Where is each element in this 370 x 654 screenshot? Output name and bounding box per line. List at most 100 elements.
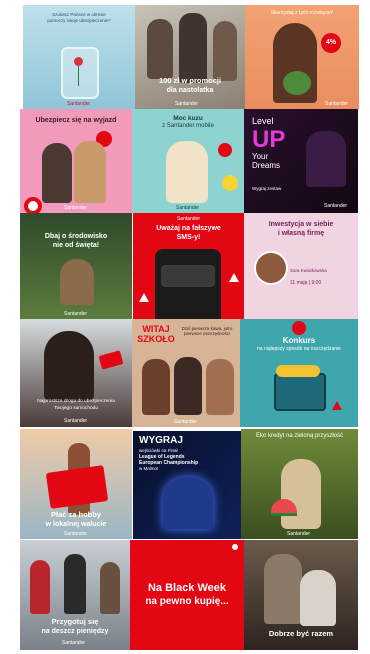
plant-pot	[283, 71, 311, 95]
tile-travel-insurance[interactable]: Ubezpiecz się na wyjazd Santander	[20, 109, 132, 213]
tile-headline: Konkurs	[282, 336, 316, 345]
tile-caption: pomoczy swoje ubezpieczenie?	[47, 18, 111, 23]
tile-back-to-school[interactable]: WITAJ SZKOŁO Dziś pierwsza kawa, jutro p…	[132, 319, 240, 427]
tile-together[interactable]: Dobrze być razem	[244, 540, 358, 650]
gamer-photo	[306, 131, 346, 187]
cursor-icon	[332, 401, 342, 410]
tile-headline: WYGRAJ	[139, 435, 183, 446]
tile-subheadline: w lokalnej walucie	[45, 521, 107, 528]
santander-logo: Santander	[64, 205, 88, 211]
santander-logo: Santander	[176, 205, 200, 211]
tile-savings-4pct[interactable]: Skorzystaj z tych rozwiązań! 4% Santande…	[245, 5, 359, 109]
red-card	[98, 350, 124, 370]
warning-icon	[229, 273, 239, 282]
tile-headline: Inwestycja w siebie	[268, 221, 334, 228]
tile-headline: Dreams	[252, 161, 281, 170]
tile-car-insurance[interactable]: Najprostsza droga do ubezpieczenia Twoje…	[20, 319, 132, 427]
life-ring-icon	[24, 197, 42, 213]
tile-environment[interactable]: Dbaj o środowisko nie od święta! Santand…	[20, 213, 132, 319]
tile-headline-big: UP	[252, 126, 286, 153]
gamer-photo	[163, 477, 213, 529]
wallet-icon	[218, 143, 232, 157]
tile-headline: Płać za hobby	[50, 510, 101, 519]
santander-logo: Santander	[64, 531, 88, 537]
tile-subheadline: SMS-y!	[176, 234, 201, 241]
speaker-name: Sara Kwiatkowska	[290, 268, 327, 273]
tile-webinar-invest[interactable]: Inwestycja w siebie i własną firmę Sara …	[244, 213, 358, 319]
tile-insurance-jar[interactable]: Szukasz Paneze w okresie pomoczy swoje u…	[23, 5, 135, 109]
tile-level-up[interactable]: Level UP Your Dreams Wygraj zestaw Santa…	[244, 109, 358, 213]
gold-coins	[276, 365, 320, 377]
tile-money-rain[interactable]: Przygotuj się na deszcz pieniędzy Santan…	[20, 540, 130, 650]
smiley-icon	[222, 175, 238, 191]
tile-subheadline: nie od święta!	[52, 242, 100, 249]
tile-subheadline: na najlepszy sposób na oszczędzanie	[257, 346, 341, 352]
rose-stem	[78, 66, 79, 86]
tile-lol-contest[interactable]: WYGRAJ wejściówki na Finał League of Leg…	[133, 431, 241, 539]
santander-logo: Santander	[64, 418, 88, 424]
senior-couple-photo	[300, 570, 336, 626]
rate-badge-text: 4%	[325, 39, 337, 46]
tile-headline: 100 zł w promocji	[158, 76, 222, 85]
jumping-people-photo	[30, 560, 50, 614]
santander-logo: Santander	[175, 101, 199, 107]
tile-teen-promo[interactable]: 100 zł w promocji dla nastolatka Santand…	[135, 5, 245, 109]
senior-couple-photo	[264, 554, 302, 624]
jumping-people-photo	[100, 562, 120, 614]
event-date: 11 maja | 9:00	[290, 280, 322, 286]
santander-logo: Santander	[287, 531, 311, 537]
tile-caption: Wygraj zestaw	[252, 186, 282, 191]
treasure-chest-image	[274, 373, 326, 411]
tile-subheadline: i własną firmę	[277, 230, 325, 237]
tile-headline: Ubezpiecz się na wyjazd	[35, 117, 117, 124]
speaker-avatar	[254, 251, 288, 285]
santander-logo: Santander	[325, 101, 349, 107]
corner-icon	[232, 544, 238, 550]
couple-photo	[74, 141, 106, 203]
santander-logo: Santander	[174, 419, 198, 425]
tile-headline: Uważaj na fałszywe	[156, 225, 221, 232]
santander-badge	[292, 321, 306, 335]
tile-caption: Najprostsza droga do ubezpieczenia	[37, 399, 115, 404]
warning-icon	[139, 293, 149, 302]
tile-headline: SZKOŁO	[137, 334, 175, 344]
tile-caption: Twojego samochodu	[54, 406, 98, 411]
tile-headline: Skorzystaj z tych rozwiązań!	[270, 10, 334, 16]
santander-logo: Santander	[67, 101, 91, 107]
students-photo	[206, 359, 234, 415]
tile-subheadline: na deszcz pieniędzy	[41, 628, 109, 635]
tile-hobby-currency[interactable]: Płać za hobby w lokalnej walucie Santand…	[20, 429, 132, 539]
woman-with-card-photo	[44, 331, 94, 401]
tile-fake-sms[interactable]: Santander Uważaj na fałszywe SMS-y!	[133, 213, 244, 319]
man-in-deckchair-photo	[166, 141, 208, 203]
tile-headline: Moc kuzu	[173, 115, 203, 122]
sms-bubble	[161, 265, 215, 287]
tile-savings-contest[interactable]: Konkurs na najlepszy sposób na oszczędza…	[240, 319, 358, 427]
tile-headline: Eko kredyt na zieloną przyszłość	[255, 433, 344, 439]
tile-eco-loan[interactable]: Eko kredyt na zieloną przyszłość Santand…	[241, 429, 358, 539]
tile-black-week[interactable]: Na Black Week na pewno kupię...	[130, 540, 244, 650]
tile-headline: Dobrze być razem	[268, 629, 334, 638]
couple-photo	[42, 143, 72, 203]
tile-subheadline: Dziś pierwsza kawa, jutro pierwsze oszcz…	[181, 326, 233, 336]
tile-headline: Na Black Week	[147, 582, 227, 594]
friends-photo	[179, 13, 207, 83]
santander-logo: Santander	[64, 311, 88, 317]
woman-in-grass-photo	[60, 259, 94, 305]
tile-subheadline: w Malmo!	[139, 466, 159, 471]
child-with-watermelon-photo	[281, 459, 321, 529]
students-photo	[142, 359, 170, 415]
tile-mobile-app[interactable]: Moc kuzu z Santander mobile Santander	[132, 109, 244, 213]
students-photo	[174, 357, 202, 415]
santander-logo: Santander	[324, 203, 348, 209]
brand-name: Santander	[176, 216, 201, 222]
glass-jar-image	[61, 47, 99, 99]
tile-subheadline: dla nastolatka	[166, 87, 214, 94]
red-card	[45, 465, 109, 509]
tile-subheadline: z Santander mobile	[162, 123, 214, 129]
tile-headline: Przygotuj się	[51, 617, 99, 626]
rose-icon	[74, 57, 83, 66]
jumping-people-photo	[64, 554, 86, 614]
tile-subheadline: na pewno kupię...	[145, 596, 229, 607]
tile-headline: Dbaj o środowisko	[44, 233, 108, 240]
